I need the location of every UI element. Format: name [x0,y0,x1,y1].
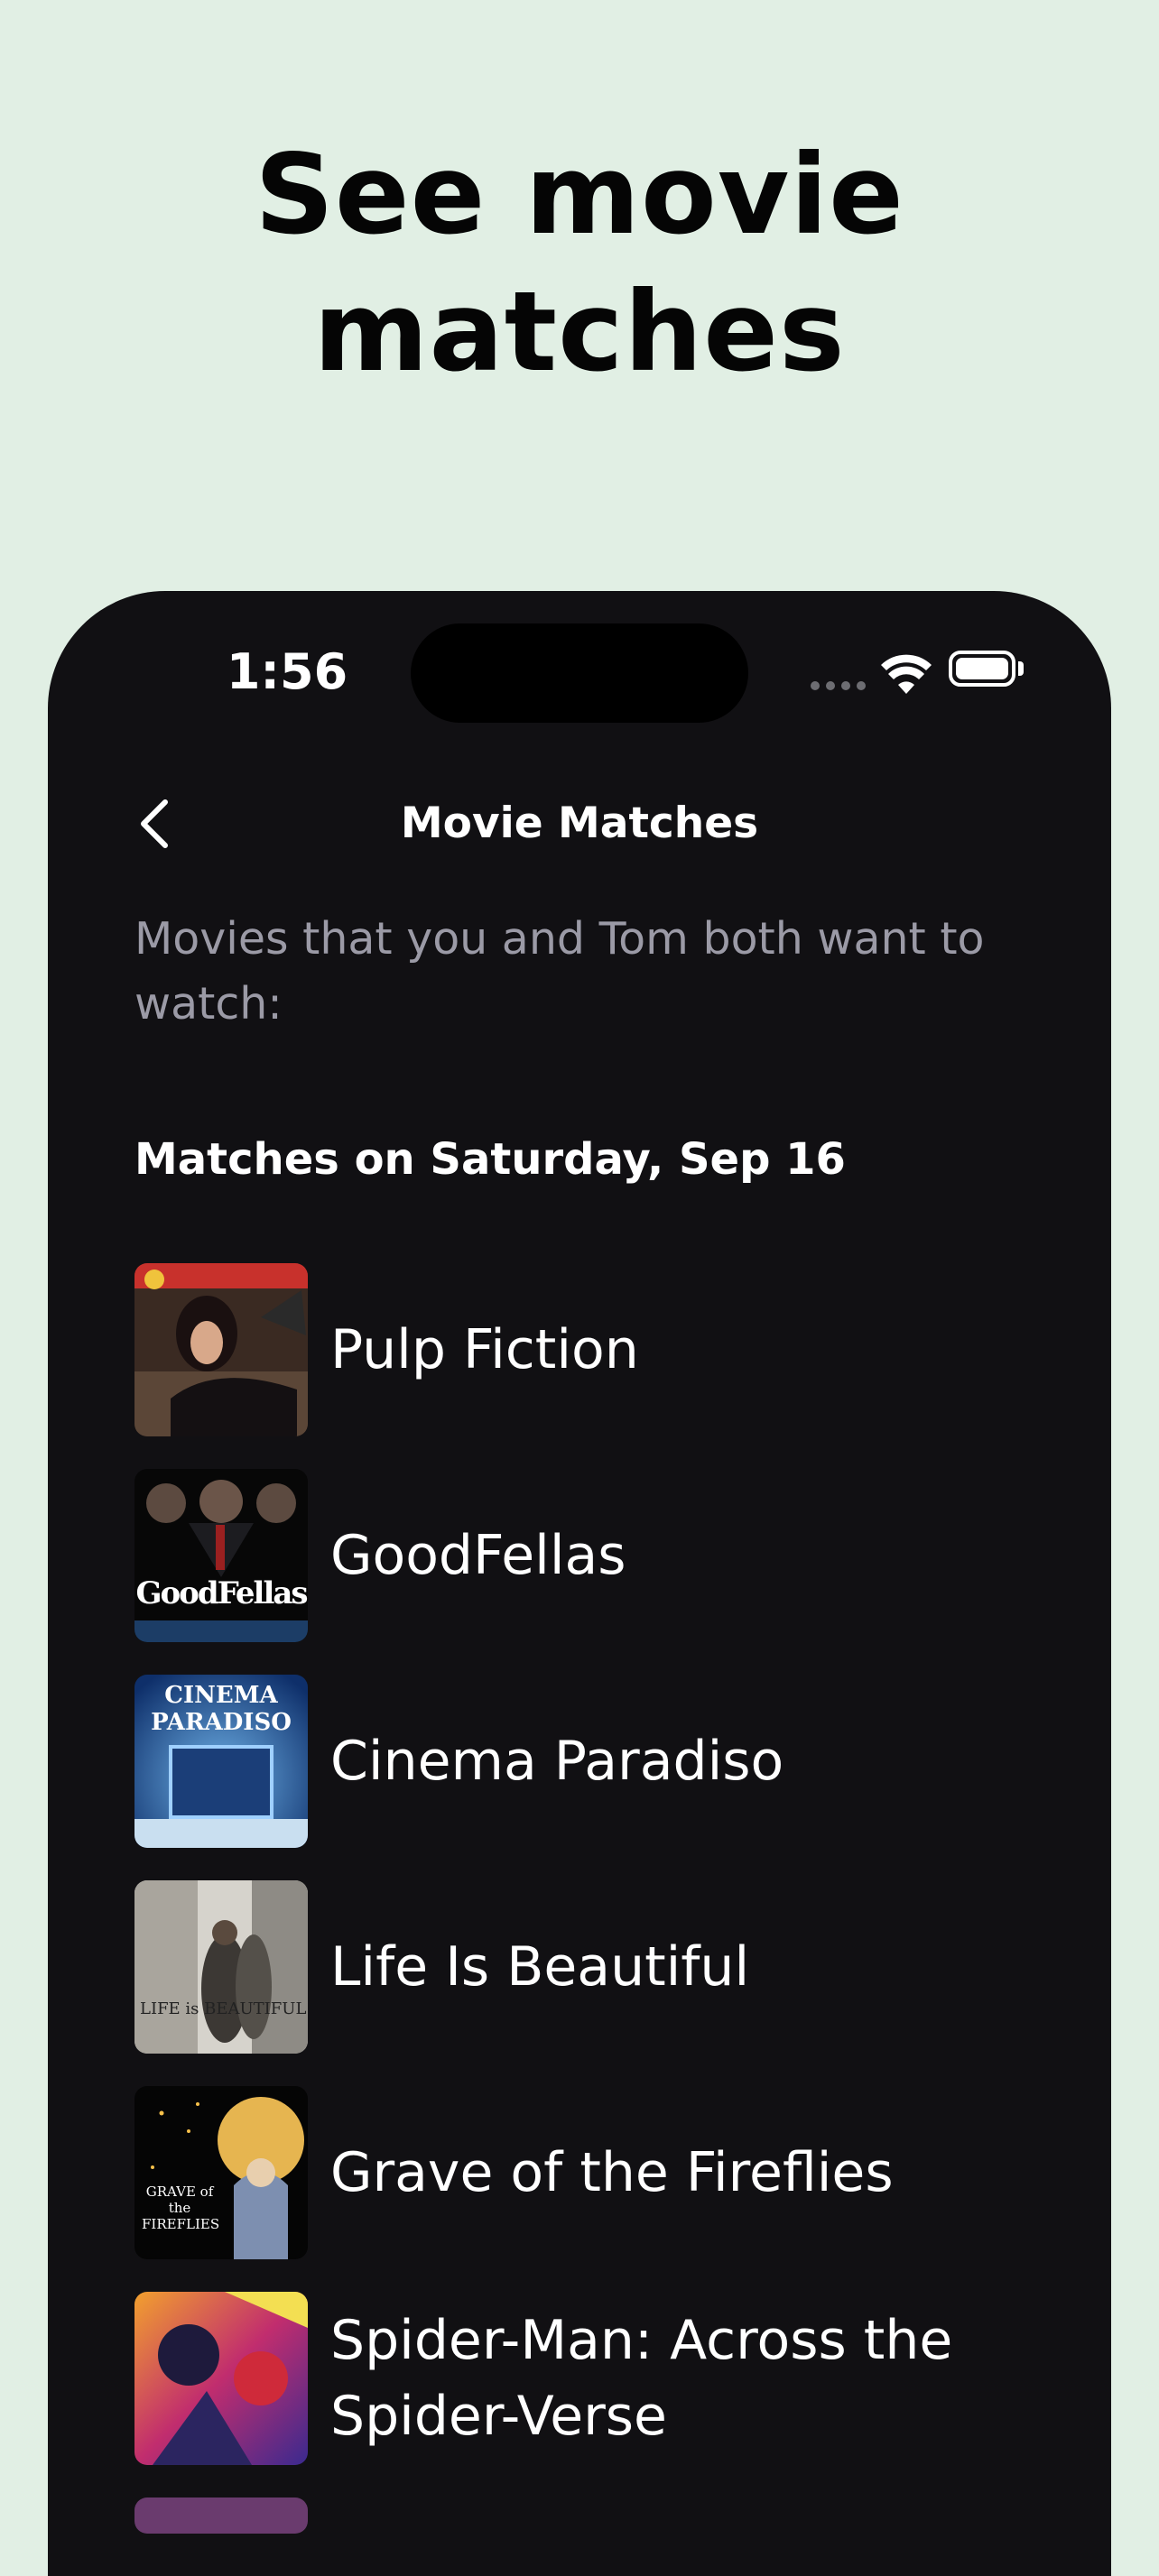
phone-screen: 1:56 Movie Matches Movies that you and T… [48,591,1111,2576]
life-is-beautiful-poster: LIFE is BEAUTIFUL [134,1880,308,2054]
page-subtitle: Movies that you and Tom both want to wat… [134,913,985,1029]
cellular-signal-icon [811,681,867,694]
next-movie-poster [134,2498,308,2534]
poster-text: GRAVE of the FIREFLIES [142,2184,220,2232]
movie-item[interactable]: GRAVE of the FIREFLIES Grave of the Fire… [134,2086,1073,2259]
grave-of-the-fireflies-poster: GRAVE of the FIREFLIES [134,2086,308,2259]
status-time: 1:56 [226,643,348,700]
movie-item[interactable]: GoodFellas GoodFellas [134,1469,1073,1642]
movie-title: Cinema Paradiso [330,1730,784,1793]
spider-verse-poster [134,2292,308,2465]
pulp-fiction-poster [134,1263,308,1436]
section-title: Matches on Saturday, Sep 16 [134,1134,846,1185]
battery-cap [1018,661,1024,676]
cinema-paradiso-poster: CINEMA PARADISO [134,1675,308,1848]
wifi-icon [881,654,932,694]
movie-item[interactable]: CINEMA PARADISO Cinema Paradiso [134,1675,1073,1848]
movie-item[interactable]: LIFE is BEAUTIFUL Life Is Beautiful [134,1880,1073,2054]
poster-text: CINEMA PARADISO [151,1682,292,1736]
movie-title: GoodFellas [330,1524,626,1587]
movie-item[interactable]: Pulp Fiction [134,1263,1073,1436]
headline: See movie matches [255,131,904,396]
goodfellas-poster: GoodFellas [134,1469,308,1642]
movie-title: Grave of the Fireflies [330,2141,894,2204]
poster-text: LIFE is BEAUTIFUL [140,1999,307,2018]
poster-text: GoodFellas [135,1575,308,1611]
movie-title: Spider-Man: Across the Spider-Verse [330,2309,953,2448]
movie-item-partial[interactable] [134,2498,1073,2534]
page-title: Movie Matches [400,799,759,848]
dynamic-island [411,623,748,723]
movie-title: Pulp Fiction [330,1318,639,1381]
battery-icon [949,651,1015,687]
movie-item[interactable]: Spider-Man: Across the Spider-Verse [134,2292,1073,2465]
movie-title: Life Is Beautiful [330,1935,750,1999]
